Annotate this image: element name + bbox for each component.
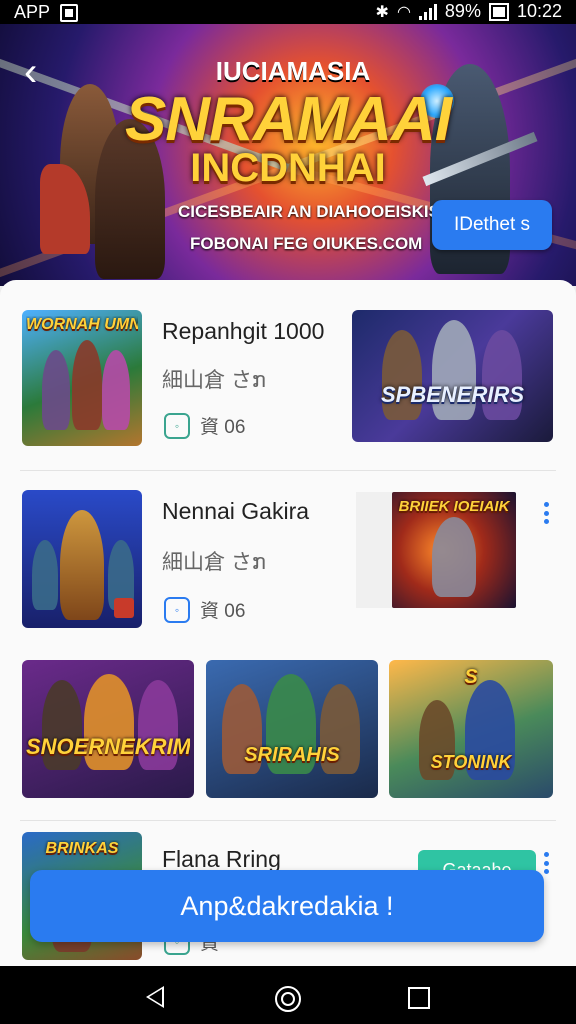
- game-grid-card[interactable]: S STONINK: [389, 660, 553, 798]
- battery-percent: 89%: [444, 1, 481, 21]
- thumbnail-logo: SPBENERIRS: [380, 382, 525, 407]
- game-meta-text: 資 06: [200, 601, 246, 622]
- wifi-icon: ◠: [396, 3, 411, 21]
- thumbnail-logo: SNOERNEKRIMS: [26, 734, 190, 759]
- clock: 10:22: [516, 1, 562, 21]
- system-nav-bar: [0, 966, 576, 1024]
- game-badge-icon: ◦: [164, 412, 190, 439]
- thumbnail-logo: BRINKAS: [45, 840, 119, 857]
- divider: [20, 470, 556, 471]
- game-meta: ◦ 資 06: [164, 596, 245, 623]
- thumbnail-logo: S: [464, 666, 478, 688]
- banner-title-line2: INCDNHAI: [190, 146, 386, 190]
- divider: [20, 820, 556, 821]
- signal-icon: [418, 3, 437, 20]
- game-meta: ◦ 資 06: [164, 412, 245, 439]
- nav-recents-icon[interactable]: [408, 987, 430, 1009]
- thumbnail-logo: SRIRAHIS: [244, 744, 340, 766]
- game-banner-thumbnail[interactable]: BRIIEK IOEIAIK: [392, 492, 516, 608]
- battery-icon: [488, 2, 509, 21]
- game-thumbnail[interactable]: [22, 490, 142, 628]
- game-title[interactable]: Nennai Gakira: [162, 498, 309, 525]
- app-label: APP: [14, 2, 51, 22]
- game-grid-card[interactable]: SRIRAHIS: [206, 660, 378, 798]
- banner-website: FOBONAI FEG OIUKES.COM: [190, 234, 423, 253]
- game-badge-icon: ◦: [164, 596, 190, 623]
- notification-app-icon: [60, 3, 79, 22]
- game-subtitle: 細山倉 さກ: [162, 551, 266, 574]
- promo-banner[interactable]: ‹ IUCIAMASIA SNRAMAAI INCDNHAI CICESBEAI…: [0, 24, 576, 286]
- banner-subtitle: CICESBEAIR AN DIAHOOEISKISA: [178, 202, 453, 221]
- banner-details-button[interactable]: IDethet s: [432, 200, 552, 250]
- primary-cta-button[interactable]: Anp&dakredakia !: [30, 870, 544, 942]
- thumbnail-logo: BRIIEK IOEIAIK: [398, 498, 510, 515]
- banner-title: SNRAMAAI: [124, 85, 452, 154]
- thumbnail-logo: WORNAH UMNHALS: [26, 316, 138, 333]
- nav-home-icon[interactable]: [275, 986, 301, 1012]
- more-options-icon[interactable]: [543, 852, 549, 874]
- thumbnail-logo: STONINK: [430, 752, 512, 772]
- game-title[interactable]: Flana Rring: [162, 846, 281, 873]
- game-banner-thumbnail[interactable]: SPBENERIRS: [352, 310, 553, 442]
- game-grid-card[interactable]: SNOERNEKRIMS: [22, 660, 194, 798]
- status-bar: APP ✱ ◠ 89% 10:22: [0, 0, 576, 24]
- banner-kicker: IUCIAMASIA: [215, 56, 371, 86]
- game-subtitle: 細山倉 さກ: [162, 369, 266, 392]
- nav-back-icon[interactable]: [146, 986, 164, 1008]
- game-thumbnail[interactable]: WORNAH UMNHALS: [22, 310, 142, 446]
- more-options-icon[interactable]: [543, 502, 549, 524]
- game-title[interactable]: Repanhgit 1000: [162, 318, 324, 345]
- game-meta-text: 資 06: [200, 417, 246, 438]
- bluetooth-icon: ✱: [375, 3, 389, 21]
